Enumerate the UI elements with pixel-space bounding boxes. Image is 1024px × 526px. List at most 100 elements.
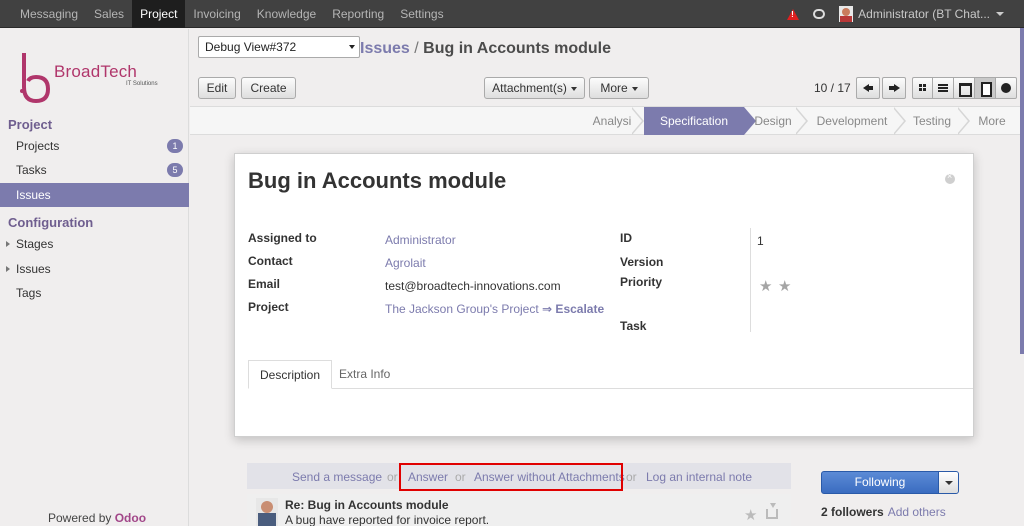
breadcrumb: Issues / Bug in Accounts module <box>360 40 612 57</box>
star-icon[interactable]: ★ <box>744 506 757 524</box>
chevron-down-icon[interactable] <box>938 472 958 493</box>
stage-specification[interactable]: Specification <box>644 107 744 135</box>
task-label: Task <box>620 319 647 333</box>
top-navbar: Messaging Sales Project Invoicing Knowle… <box>0 0 1024 28</box>
stage-statusbar: Analysis Specification Design Developmen… <box>190 106 1024 135</box>
view-switcher <box>912 77 1017 99</box>
edit-button[interactable]: Edit <box>198 77 236 99</box>
priority-star-icon[interactable] <box>759 277 773 295</box>
form-view-icon[interactable] <box>975 77 996 99</box>
assigned-to-label: Assigned to <box>248 231 317 245</box>
sidebar-item-label: Issues <box>16 188 51 202</box>
highlight-box <box>399 463 623 491</box>
stage-design[interactable]: Design <box>752 107 794 135</box>
user-avatar <box>839 6 854 22</box>
priority-label: Priority <box>620 275 663 289</box>
graph-view-icon[interactable] <box>996 77 1017 99</box>
top-menu: Messaging Sales Project Invoicing Knowle… <box>12 0 452 28</box>
issue-title: Bug in Accounts module <box>248 168 507 193</box>
author-avatar <box>256 498 278 526</box>
message-title: Re: Bug in Accounts module <box>285 498 449 512</box>
email-value: test@broadtech-innovations.com <box>385 279 561 293</box>
menu-reporting[interactable]: Reporting <box>324 0 392 28</box>
id-value: 1 <box>757 234 764 248</box>
message-body: A bug have reported for invoice report. <box>285 513 490 526</box>
debug-view-select[interactable]: Debug View#372 <box>198 36 360 58</box>
sidebar: BroadTech IT Solutions Project Projects … <box>0 29 189 526</box>
company-logo[interactable]: BroadTech IT Solutions <box>16 47 176 109</box>
stage-development[interactable]: Development <box>812 107 892 135</box>
logo-mark-icon <box>20 53 51 104</box>
next-record-button[interactable] <box>882 77 906 99</box>
contact-value[interactable]: Agrolait <box>385 256 426 270</box>
priority-star-icon[interactable] <box>778 277 792 295</box>
send-message-link[interactable]: Send a message <box>292 470 382 484</box>
scrollbar[interactable] <box>1020 28 1024 354</box>
chevron-down-icon <box>631 86 638 91</box>
stage-separator <box>893 107 908 135</box>
assigned-to-value[interactable]: Administrator <box>385 233 456 247</box>
menu-knowledge[interactable]: Knowledge <box>249 0 324 28</box>
sidebar-item-config-issues[interactable]: Issues <box>0 257 189 281</box>
sidebar-item-issues[interactable]: Issues <box>0 183 189 207</box>
list-view-icon[interactable] <box>933 77 954 99</box>
followers-info: 2 followers Add others <box>821 505 946 519</box>
form-area: Bug in Accounts module Assigned to Admin… <box>190 136 1024 456</box>
sidebar-item-projects[interactable]: Projects 1 <box>0 134 189 158</box>
odoo-link[interactable]: Odoo <box>115 511 146 525</box>
attachments-button[interactable]: Attachment(s) <box>484 77 585 99</box>
add-others-link[interactable]: Add others <box>888 505 946 519</box>
menu-invoicing[interactable]: Invoicing <box>185 0 248 28</box>
menu-settings[interactable]: Settings <box>392 0 451 28</box>
stage-separator <box>957 107 972 135</box>
menu-sales[interactable]: Sales <box>86 0 132 28</box>
kanban-view-icon[interactable] <box>912 77 933 99</box>
stage-more[interactable]: More <box>974 107 1010 135</box>
tab-extra-info[interactable]: Extra Info <box>328 360 401 389</box>
chevron-down-icon <box>349 45 355 49</box>
sidebar-item-stages[interactable]: Stages <box>0 232 189 256</box>
tab-description[interactable]: Description <box>248 360 333 389</box>
count-badge: 1 <box>167 139 183 153</box>
close-icon[interactable] <box>945 171 955 184</box>
breadcrumb-issues[interactable]: Issues <box>360 40 410 57</box>
previous-record-button[interactable] <box>856 77 880 99</box>
logo-text: BroadTech <box>54 62 138 81</box>
chevron-down-icon <box>570 86 577 91</box>
powered-by: Powered by Odoo <box>48 511 147 525</box>
warning-icon[interactable] <box>787 8 800 20</box>
download-icon[interactable] <box>766 503 778 519</box>
sidebar-item-label: Issues <box>16 262 51 276</box>
menu-project[interactable]: Project <box>132 0 186 28</box>
chevron-down-icon[interactable] <box>996 12 1004 16</box>
chat-icon[interactable] <box>813 9 826 19</box>
create-button[interactable]: Create <box>241 77 296 99</box>
sidebar-item-tasks[interactable]: Tasks 5 <box>0 158 189 182</box>
count-badge: 5 <box>167 163 183 177</box>
log-internal-note-link[interactable]: Log an internal note <box>646 470 752 484</box>
more-button[interactable]: More <box>589 77 649 99</box>
contact-label: Contact <box>248 254 293 268</box>
calendar-view-icon[interactable] <box>954 77 975 99</box>
sidebar-item-label: Stages <box>16 237 54 251</box>
main-content: Debug View#372 Issues / Bug in Accounts … <box>190 29 1024 526</box>
sidebar-item-label: Tags <box>16 286 42 300</box>
caret-right-icon <box>6 266 10 272</box>
sidebar-section-project: Project <box>8 117 53 132</box>
sidebar-item-tags[interactable]: Tags <box>0 281 189 305</box>
stage-testing[interactable]: Testing <box>908 107 956 135</box>
escalate-link[interactable]: ⇒ Escalate <box>542 302 604 316</box>
sidebar-section-configuration: Configuration <box>8 215 94 230</box>
menu-messaging[interactable]: Messaging <box>12 0 86 28</box>
caret-right-icon <box>6 241 10 247</box>
followers-count[interactable]: 2 followers <box>821 505 884 519</box>
project-value[interactable]: The Jackson Group's Project ⇒ Escalate <box>385 302 604 316</box>
email-label: Email <box>248 277 281 291</box>
user-menu[interactable]: Administrator (BT Chat... <box>858 7 990 21</box>
pager-value: 10 / 17 <box>814 81 851 95</box>
project-label: Project <box>248 300 289 314</box>
field-divider <box>750 228 751 332</box>
stage-separator <box>795 107 810 135</box>
sidebar-item-label: Tasks <box>16 163 47 177</box>
following-button[interactable]: Following <box>821 471 959 494</box>
